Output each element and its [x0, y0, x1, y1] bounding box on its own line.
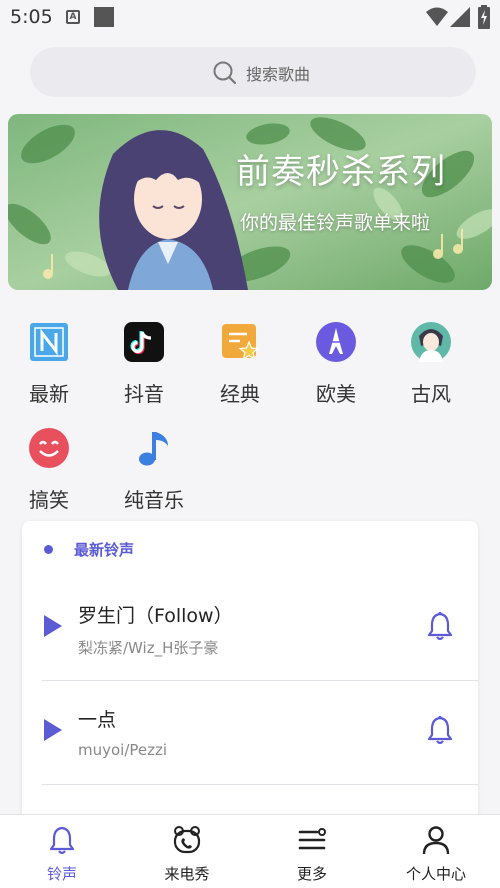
list-item[interactable]: 罗生门（Follow） 梨冻紧/Wiz_H张子豪	[22, 577, 478, 681]
music-note-icon	[139, 432, 168, 466]
bell-icon	[49, 826, 75, 855]
tab-label: 铃声	[46, 865, 77, 883]
tab-caller-show[interactable]: 来电秀	[137, 825, 237, 884]
category-label: 最新	[29, 382, 69, 406]
status-bar: 5:05 A	[0, 0, 500, 34]
star-badge-icon	[222, 324, 260, 361]
song-title: 罗生门（Follow）	[78, 605, 233, 627]
category-label: 欧美	[316, 382, 356, 406]
category-label: 搞笑	[29, 488, 69, 512]
person-icon	[422, 826, 450, 855]
search-placeholder: 搜索歌曲	[246, 65, 311, 84]
status-time: 5:05	[10, 6, 53, 28]
bottom-nav: 铃声 来电秀 更多 个人中心	[0, 814, 500, 888]
battery-icon	[478, 5, 490, 29]
signal-icon	[450, 7, 470, 27]
category-douyin[interactable]: 抖音	[109, 322, 179, 407]
category-western[interactable]: 欧美	[301, 322, 371, 407]
banner-title: 前奏秒杀系列	[236, 152, 446, 192]
notification-square-icon	[94, 7, 114, 27]
tiktok-icon	[124, 322, 164, 362]
song-title: 一点	[78, 709, 117, 731]
category-label: 纯音乐	[124, 488, 184, 512]
tab-profile[interactable]: 个人中心	[386, 825, 486, 884]
phone-bear-icon	[173, 826, 201, 854]
notification-a-icon: A	[66, 10, 80, 24]
list-item[interactable]: 一点 muyoi/Pezzi	[22, 681, 478, 785]
bullet-dot-icon	[44, 545, 53, 554]
song-artist: 梨冻紧/Wiz_H张子豪	[78, 639, 219, 657]
bell-icon[interactable]	[426, 715, 454, 745]
tab-label: 来电秀	[164, 865, 210, 883]
category-label: 古风	[411, 382, 451, 406]
search-bar[interactable]: 搜索歌曲	[30, 47, 476, 97]
tab-label: 更多	[296, 865, 327, 883]
search-icon	[213, 61, 237, 85]
category-label: 经典	[220, 382, 260, 406]
smile-face-icon	[29, 428, 69, 468]
promo-banner[interactable]: 前奏秒杀系列 你的最佳铃声歌单来啦	[8, 114, 492, 290]
category-pure-music[interactable]: 纯音乐	[109, 428, 199, 513]
tab-more[interactable]: 更多	[262, 825, 362, 884]
category-ancient[interactable]: 古风	[396, 322, 466, 407]
play-icon[interactable]	[44, 615, 62, 637]
tab-label: 个人中心	[405, 865, 466, 883]
tab-ringtones[interactable]: 铃声	[12, 825, 112, 884]
latest-ringtones-card: 最新铃声 罗生门（Follow） 梨冻紧/Wiz_H张子豪 一点 muyoi/P…	[22, 521, 478, 841]
wifi-icon	[426, 7, 448, 26]
ancient-portrait-icon	[411, 322, 451, 362]
banner-artwork	[8, 114, 492, 290]
category-classic[interactable]: 经典	[205, 322, 275, 407]
bell-icon[interactable]	[426, 611, 454, 641]
menu-icon	[298, 828, 326, 850]
divider	[42, 784, 478, 785]
category-funny[interactable]: 搞笑	[14, 428, 84, 513]
category-label: 抖音	[124, 382, 164, 406]
n-icon	[30, 323, 68, 361]
category-latest[interactable]: 最新	[14, 322, 84, 407]
section-title: 最新铃声	[74, 541, 135, 559]
play-icon[interactable]	[44, 719, 62, 741]
banner-subtitle: 你的最佳铃声歌单来啦	[240, 212, 431, 234]
song-artist: muyoi/Pezzi	[78, 741, 168, 759]
eiffel-tower-icon	[316, 322, 356, 362]
